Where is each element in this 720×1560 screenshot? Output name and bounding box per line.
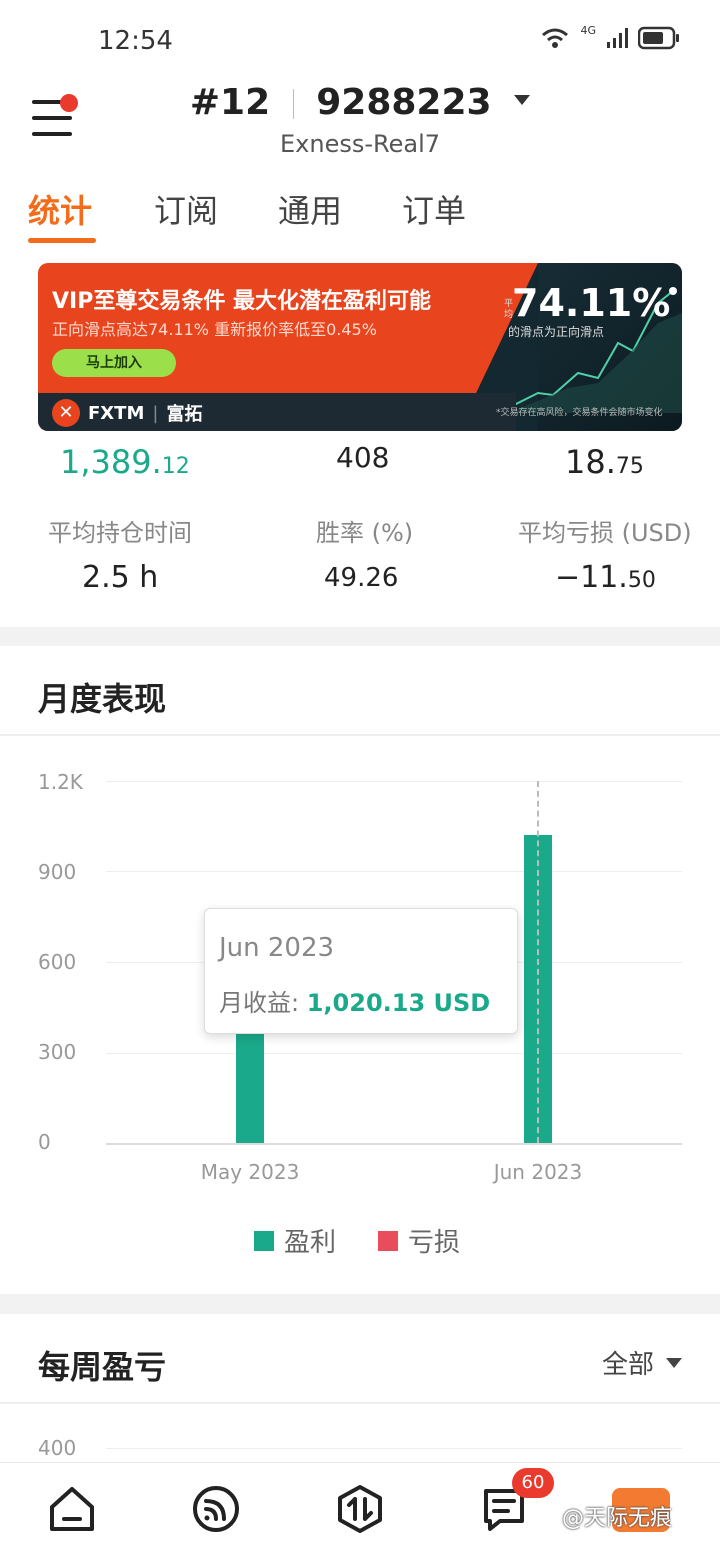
wifi-icon xyxy=(542,28,569,48)
weekly-filter-dropdown[interactable]: 全部 xyxy=(602,1344,682,1381)
chevron-down-icon xyxy=(666,1357,682,1368)
watermark: @天际无痕 xyxy=(562,1506,673,1531)
tab-subscriptions[interactable]: 订阅 xyxy=(154,186,218,232)
messages-badge: 60 xyxy=(512,1468,554,1498)
banner-subtitle: 正向滑点高达74.11% 重新报价率低至0.45% xyxy=(52,320,377,339)
gridline xyxy=(106,871,682,872)
status-icons: 4G xyxy=(540,23,680,50)
stat-top-1: 1,389.12 xyxy=(60,443,190,481)
stat-label-avg-hold: 平均持仓时间 xyxy=(48,519,192,547)
legend-swatch-profit xyxy=(254,1230,274,1251)
tooltip-label: 月收益: xyxy=(219,989,300,1017)
tab-general[interactable]: 通用 xyxy=(278,186,342,232)
y-tick-label: 0 xyxy=(38,1130,51,1154)
legend-label-profit: 盈利 xyxy=(284,1228,337,1258)
stat-top-3: 18.75 xyxy=(565,443,644,481)
network-type: 4G xyxy=(580,23,596,37)
dropdown-caret-icon xyxy=(514,95,531,105)
weekly-y-tick: 400 xyxy=(38,1436,77,1460)
stat-top-3-int: 18. xyxy=(565,443,616,481)
battery-icon xyxy=(638,26,679,50)
tooltip-line: 月收益: 1,020.13 USD xyxy=(219,983,490,1018)
account-separator xyxy=(292,89,294,119)
tab-statistics[interactable]: 统计 xyxy=(28,186,92,232)
home-icon[interactable] xyxy=(46,1483,98,1535)
stat-top-3-dec: 75 xyxy=(615,454,644,479)
x-tick-label: May 2023 xyxy=(200,1160,300,1184)
banner-stat-caption: 的滑点为正向滑点 xyxy=(508,325,605,339)
y-tick-label: 1.2K xyxy=(38,770,83,794)
legend-item-loss[interactable]: 亏损 xyxy=(378,1222,460,1259)
trade-icon[interactable] xyxy=(334,1483,386,1535)
account-selector[interactable]: #12 9288223 xyxy=(0,82,720,123)
server-name: Exness-Real7 xyxy=(279,130,441,158)
status-bar: 12:54 4G xyxy=(0,0,720,80)
gridline xyxy=(106,781,682,782)
promo-banner[interactable]: VIP至尊交易条件 最大化潜在盈利可能 正向滑点高达74.11% 重新报价率低至… xyxy=(38,263,682,431)
legend-label-loss: 亏损 xyxy=(408,1228,461,1258)
weekly-divider xyxy=(0,1402,720,1404)
monthly-title: 月度表现 xyxy=(38,680,167,718)
banner-brand-sep: | xyxy=(152,402,159,424)
stat-top-2: 408 xyxy=(336,441,389,474)
gridline xyxy=(106,1053,682,1054)
stat-value-win-rate: 49.26 xyxy=(324,563,399,593)
stat-value-avg-hold: 2.5 h xyxy=(82,560,159,595)
y-tick-label: 300 xyxy=(38,1040,77,1064)
cellular-signal-icon xyxy=(607,28,628,48)
tab-orders[interactable]: 订单 xyxy=(402,186,466,232)
banner-disclaimer: *交易存在高风险，交易条件会随市场变化 xyxy=(496,408,663,418)
stat-label-win-rate: 胜率 (%) xyxy=(316,519,414,547)
monthly-divider xyxy=(0,734,720,736)
legend-item-profit[interactable]: 盈利 xyxy=(254,1222,336,1259)
stat-top-1-int: 1,389. xyxy=(60,443,162,481)
account-prefix: #12 xyxy=(189,82,271,123)
weekly-title: 每周盈亏 xyxy=(38,1348,167,1386)
app-root: 12:54 4G #12 9288223 Exness-Real7 统计 订阅 … xyxy=(0,0,720,1560)
app-header: #12 9288223 Exness-Real7 统计 订阅 通用 订单 xyxy=(0,80,720,346)
active-tab-indicator xyxy=(28,238,96,243)
banner-title: VIP至尊交易条件 最大化潜在盈利可能 xyxy=(52,289,431,314)
stat-label-avg-loss: 平均亏损 (USD) xyxy=(518,519,692,547)
tab-bar: 统计 订阅 通用 订单 xyxy=(0,182,720,346)
tooltip-title: Jun 2023 xyxy=(219,933,335,963)
bar-may-2023[interactable] xyxy=(236,1031,264,1143)
fxtm-logo-icon: ✕ xyxy=(52,399,80,427)
stat-top-1-dec: 12 xyxy=(161,454,190,479)
chart-crosshair xyxy=(537,781,539,1143)
y-tick-label: 600 xyxy=(38,950,77,974)
x-tick-label: Jun 2023 xyxy=(493,1160,583,1184)
legend-swatch-loss xyxy=(378,1230,398,1251)
stat-value-avg-loss: −11.50 xyxy=(555,560,656,595)
stat-value-avg-loss-int: −11. xyxy=(555,560,628,595)
signal-feed-icon[interactable] xyxy=(190,1483,242,1535)
chart-tooltip: Jun 2023 月收益: 1,020.13 USD xyxy=(204,908,518,1034)
banner-join-button[interactable]: 马上加入 xyxy=(52,349,176,377)
banner-brand: ✕ FXTM | 富拓 xyxy=(52,399,202,427)
account-number: 9288223 xyxy=(316,82,492,123)
stat-value-avg-loss-dec: 50 xyxy=(627,568,656,593)
stat-top-2-int: 408 xyxy=(336,441,390,474)
banner-brand-cn: 富拓 xyxy=(166,404,203,425)
x-axis-baseline xyxy=(106,1143,682,1145)
weekly-gridline xyxy=(106,1448,682,1449)
banner-stat-value: 74.11% xyxy=(512,281,671,325)
status-time: 12:54 xyxy=(98,26,173,56)
weekly-filter-value: 全部 xyxy=(601,1350,654,1380)
tooltip-value: 1,020.13 USD xyxy=(306,989,491,1017)
y-tick-label: 900 xyxy=(38,860,77,884)
banner-brand-name: FXTM xyxy=(88,402,145,424)
